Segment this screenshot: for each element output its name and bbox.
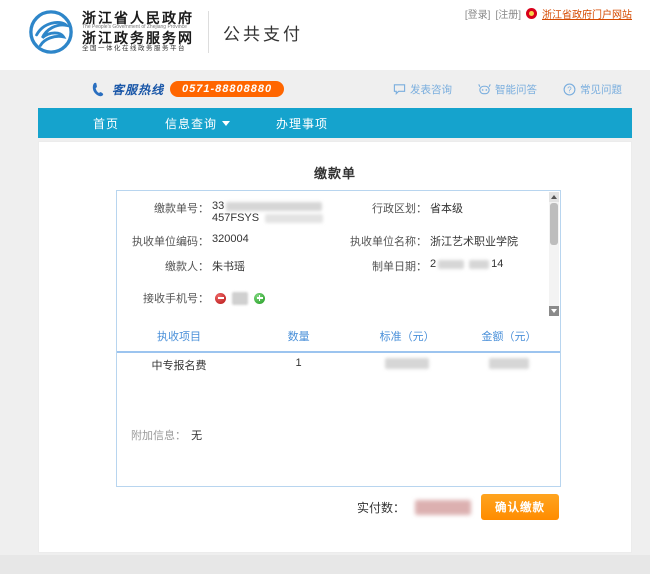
col-header-qty: 数量: [241, 328, 356, 344]
redacted-pay-amount: [415, 500, 471, 515]
actual-pay-label: 实付数：: [357, 499, 405, 516]
help-item-faq[interactable]: ? 常见问题: [563, 82, 622, 97]
scrollbar[interactable]: [549, 192, 559, 316]
date-field: 制单日期： 214: [327, 258, 548, 274]
form-row-1: 缴款单号： 33 457FSYS 行政区划： 省本级: [117, 200, 548, 224]
bill-no-field: 缴款单号： 33 457FSYS: [117, 200, 327, 224]
redacted-date-1: [438, 260, 464, 269]
phone-row: 接收手机号：: [117, 290, 548, 306]
confirm-payment-button[interactable]: 确认缴款: [481, 494, 559, 520]
nav-item-home[interactable]: 首页: [93, 115, 119, 132]
chevron-down-icon: [222, 121, 230, 126]
date-label: 制单日期：: [327, 258, 427, 274]
redacted-bill-no: [226, 202, 322, 211]
main-nav: 首页 信息查询 办理事项: [38, 108, 632, 138]
pay-row: 实付数： 确认缴款: [357, 494, 559, 520]
nav-item-label: 首页: [93, 115, 119, 132]
cell-qty: 1: [241, 357, 356, 373]
region-value: 省本级: [430, 200, 463, 224]
site-header: 浙江省人民政府 The People's Government of Zheji…: [0, 0, 650, 70]
redacted-phone-input[interactable]: [232, 292, 248, 305]
site-logo: 浙江省人民政府 The People's Government of Zheji…: [28, 9, 303, 55]
help-item-smart-qa[interactable]: 智能问答: [478, 82, 537, 97]
form-scroll-area: 缴款单号： 33 457FSYS 行政区划： 省本级 执收单位编码：: [117, 191, 548, 317]
help-item-label: 发表咨询: [410, 82, 452, 97]
unit-name-field: 执收单位名称： 浙江艺术职业学院: [327, 233, 548, 249]
scrollbar-thumb[interactable]: [550, 203, 558, 245]
help-item-label: 常见问题: [580, 82, 622, 97]
redacted-date-2: [469, 260, 489, 269]
phone-icon: [90, 81, 106, 97]
hotline-bar: 客服热线 0571-88808880 发表咨询 智能问答: [38, 70, 632, 108]
main-content: 缴款单 缴款单号： 33 457FSYS 行政区划： 省本级: [38, 141, 632, 553]
help-item-label: 智能问答: [495, 82, 537, 97]
payer-value: 朱书瑶: [212, 258, 245, 274]
logo-line2: 浙江政务服务网: [82, 31, 194, 46]
cell-standard: [356, 357, 458, 373]
logo-line3: 全国一体化在线政务服务平台: [82, 46, 194, 53]
bill-no-label: 缴款单号：: [117, 200, 209, 224]
login-link[interactable]: [登录]: [465, 6, 491, 21]
help-item-consult[interactable]: 发表咨询: [393, 82, 452, 97]
col-header-standard: 标准（元）: [356, 328, 458, 344]
redacted-amount: [489, 358, 529, 369]
site-title: 公共支付: [223, 20, 303, 45]
chat-bubble-icon: [393, 83, 406, 96]
phone-label: 接收手机号：: [117, 290, 209, 306]
hotline-label: 客服热线: [112, 81, 164, 98]
bill-no-value: 33 457FSYS: [212, 200, 323, 224]
add-phone-icon[interactable]: [254, 293, 265, 304]
footer-band: [0, 555, 650, 574]
logo-text-block: 浙江省人民政府 The People's Government of Zheji…: [82, 11, 194, 53]
extra-info-value: 无: [191, 430, 202, 442]
unit-code-label: 执收单位编码：: [117, 233, 209, 249]
col-header-amount: 金额（元）: [458, 328, 560, 344]
question-circle-icon: ?: [563, 83, 576, 96]
zhejiang-gov-logo-icon: [28, 9, 74, 55]
payment-slip-panel: 缴款单号： 33 457FSYS 行政区划： 省本级 执收单位编码：: [116, 190, 561, 487]
region-field: 行政区划： 省本级: [327, 200, 548, 224]
region-label: 行政区划：: [327, 200, 427, 224]
unit-code-value: 320004: [212, 233, 249, 249]
col-header-item: 执收项目: [117, 328, 241, 344]
logo-line1: 浙江省人民政府: [82, 11, 194, 26]
form-row-3: 缴款人： 朱书瑶 制单日期： 214: [117, 258, 548, 274]
extra-info-row: 附加信息： 无: [131, 427, 202, 443]
hotline-group: 客服热线 0571-88808880: [90, 81, 284, 98]
payer-label: 缴款人：: [117, 258, 209, 274]
scroll-up-arrow-icon[interactable]: [549, 192, 559, 202]
hotline-number: 0571-88808880: [170, 81, 284, 97]
redacted-bill-no-2: [265, 214, 323, 223]
cell-amount: [458, 357, 560, 373]
portal-link[interactable]: 浙江省政府门户网站: [542, 6, 632, 21]
unit-name-value: 浙江艺术职业学院: [430, 233, 518, 249]
nav-item-info-query[interactable]: 信息查询: [165, 115, 230, 132]
help-links: 发表咨询 智能问答 ? 常见问题: [393, 82, 622, 97]
header-divider: [208, 11, 209, 53]
table-row: 中专报名费 1: [117, 349, 560, 381]
page-title: 缴款单: [39, 163, 631, 182]
extra-info-label: 附加信息：: [131, 430, 186, 442]
date-value: 214: [430, 258, 503, 274]
remove-phone-icon[interactable]: [215, 293, 226, 304]
redacted-standard: [385, 358, 429, 369]
public-payment-page: 浙江省人民政府 The People's Government of Zheji…: [0, 0, 650, 574]
unit-name-label: 执收单位名称：: [327, 233, 427, 249]
nav-item-handle-matters[interactable]: 办理事项: [276, 115, 328, 132]
unit-code-field: 执收单位编码： 320004: [117, 233, 327, 249]
nav-item-label: 办理事项: [276, 115, 328, 132]
header-links: [登录] [注册] 浙江省政府门户网站: [465, 6, 632, 21]
national-emblem-icon: [526, 8, 537, 19]
form-row-2: 执收单位编码： 320004 执收单位名称： 浙江艺术职业学院: [117, 233, 548, 249]
svg-text:?: ?: [567, 85, 572, 94]
payer-field: 缴款人： 朱书瑶: [117, 258, 327, 274]
nav-item-label: 信息查询: [165, 115, 217, 132]
register-link[interactable]: [注册]: [495, 6, 521, 21]
cell-item: 中专报名费: [117, 357, 241, 373]
scroll-down-arrow-icon[interactable]: [549, 306, 559, 316]
robot-icon: [478, 83, 491, 96]
